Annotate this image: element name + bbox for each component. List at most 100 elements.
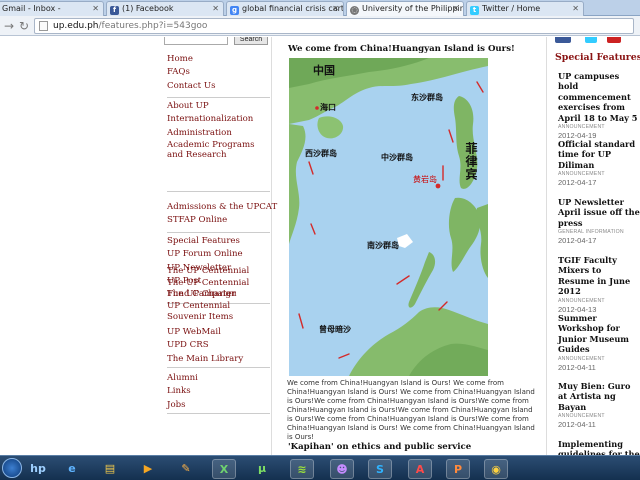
nav-link-contact-us[interactable]: Contact Us [167, 80, 270, 93]
spotify-icon[interactable]: ≋ [290, 459, 314, 479]
map-label-china: 中国 [313, 64, 335, 77]
internet-explorer-icon[interactable]: e [60, 459, 84, 479]
feature-category: ANNOUNCEMENT [558, 124, 605, 131]
nav-link-home[interactable]: Home [167, 53, 270, 66]
nav-group-admissions: Admissions & the UPCAT STFAP Online [167, 201, 277, 233]
forward-arrow-icon[interactable]: → [2, 19, 16, 33]
nav-link-faqs[interactable]: FAQs [167, 66, 270, 79]
windows-taskbar: hp e ▤ ▶ ✎ X µ ≋ ☻ S A P ◉ [0, 455, 640, 480]
nav-link-about-up[interactable]: About UP [167, 100, 270, 113]
search-button[interactable]: Search [234, 37, 268, 45]
excel-icon[interactable]: X [212, 459, 236, 479]
nav-link-academic-programs[interactable]: Academic Programs and Research [167, 140, 270, 161]
tab-label: Gmail - Inbox - [2, 4, 61, 13]
feature-category: GENERAL INFORMATION [558, 229, 624, 236]
nav-link-up-centennial[interactable]: The UP Centennial [167, 265, 270, 278]
url-path: /features.php?i=543goo [98, 21, 208, 31]
nav-link-up-webmail[interactable]: UP WebMail [167, 326, 270, 339]
nav-group-other: Alumni Links Jobs [167, 372, 270, 414]
feature-item[interactable]: TGIF Faculty Mixers to Resume in June 20… [558, 255, 640, 314]
media-player-icon[interactable]: ▶ [136, 459, 160, 479]
nav-link-main-library[interactable]: The Main Library [167, 353, 270, 366]
close-tab-icon[interactable]: ✕ [452, 2, 459, 15]
close-tab-icon[interactable]: ✕ [92, 2, 99, 15]
nav-group-about: About UP Internationalization Administra… [167, 100, 270, 192]
feature-item[interactable]: UP Newsletter April issue off the press … [558, 197, 640, 245]
tab-google-search[interactable]: g global financial crisis carto ✕ [226, 1, 344, 16]
globe-icon: ◌ [350, 6, 359, 15]
utorrent-icon[interactable]: µ [250, 459, 274, 479]
feature-item[interactable]: UP campuses hold commencement exercises … [558, 71, 640, 140]
map-label-philippines: 菲律宾 [464, 142, 478, 181]
map-label-zengmu: 曾母暗沙 [319, 325, 351, 334]
feature-item[interactable]: Summer Workshop for Junior Museum Guides… [558, 313, 640, 372]
web-page: Search Home FAQs Contact Us About UP Int… [0, 37, 640, 455]
paint-icon[interactable]: ✎ [174, 459, 198, 479]
feature-item[interactable]: Muy Bien: Guro at Artista ng Bayan ANNOU… [558, 381, 640, 429]
nav-link-stfap-online[interactable]: STFAP Online [167, 214, 270, 227]
powerpoint-icon[interactable]: P [446, 459, 470, 479]
youtube-icon[interactable] [607, 37, 621, 43]
facebook-share-icon[interactable] [555, 37, 571, 43]
search-input[interactable] [164, 37, 228, 45]
close-tab-icon[interactable]: ✕ [212, 2, 219, 15]
feature-title[interactable]: TGIF Faculty Mixers to Resume in June 20… [558, 255, 640, 297]
feature-title[interactable]: Official standard time for UP Diliman [558, 139, 640, 170]
chrome-icon[interactable]: ◉ [484, 459, 508, 479]
close-tab-icon[interactable]: ✕ [572, 2, 579, 15]
nav-link-centennial-souvenirs[interactable]: UP Centennial Souvenir Items [167, 301, 270, 322]
windows-explorer-icon[interactable]: ▤ [98, 459, 122, 479]
tab-twitter[interactable]: t Twitter / Home ✕ [466, 1, 584, 16]
tab-up-website[interactable]: ◌ University of the Philippine ✕ [346, 1, 464, 16]
nav-link-upd-crs[interactable]: UPD CRS [167, 339, 270, 352]
google-icon: g [230, 6, 239, 15]
map-label-haikou: 海口 [320, 103, 336, 112]
tab-facebook[interactable]: f (1) Facebook ✕ [106, 1, 224, 16]
feature-item[interactable]: Official standard time for UP Diliman AN… [558, 139, 640, 187]
left-navigation: Search Home FAQs Contact Us About UP Int… [160, 37, 277, 455]
nav-link-admissions[interactable]: Admissions & the UPCAT [167, 201, 277, 214]
nav-link-centennial-fund[interactable]: The UP Centennial Fund Campaign [167, 278, 270, 299]
acrobat-icon[interactable]: A [408, 459, 432, 479]
map-label-huangyan: 黄岩岛 [413, 175, 437, 184]
feature-item[interactable]: Implementing guidelines for the [558, 439, 640, 455]
page-icon [39, 21, 48, 31]
browser-tab-strip: Gmail - Inbox - ✕ f (1) Facebook ✕ g globa… [0, 0, 640, 16]
nav-link-internationalization[interactable]: Internationalization [167, 113, 270, 126]
feature-date: 2012-04-17 [558, 236, 597, 246]
reload-icon[interactable]: ↻ [17, 19, 31, 33]
map-label-nansha: 南沙群岛 [367, 241, 399, 250]
address-bar[interactable]: up.edu.ph/features.php?i=543goo [34, 18, 634, 34]
yahoo-messenger-icon[interactable]: ☻ [330, 459, 354, 479]
feature-title[interactable]: Summer Workshop for Junior Museum Guides [558, 313, 640, 355]
nav-link-links[interactable]: Links [167, 385, 270, 398]
nav-link-alumni[interactable]: Alumni [167, 372, 270, 385]
nav-group-general: Home FAQs Contact Us [167, 53, 270, 98]
nav-link-jobs[interactable]: Jobs [167, 399, 270, 412]
special-features-heading: Special Features [555, 52, 640, 63]
feature-title[interactable]: Muy Bien: Guro at Artista ng Bayan [558, 381, 640, 412]
feature-title[interactable]: UP Newsletter April issue off the press [558, 197, 640, 228]
tab-label: Twitter / Home [482, 4, 541, 13]
map-label-xisha: 西沙群岛 [305, 149, 337, 158]
tab-gmail[interactable]: Gmail - Inbox - ✕ [0, 1, 104, 16]
facebook-icon: f [110, 6, 119, 15]
nav-link-special-features[interactable]: Special Features [167, 235, 270, 248]
tab-label: (1) Facebook [122, 4, 174, 13]
twitter-share-icon[interactable] [585, 37, 597, 43]
feature-title[interactable]: Implementing guidelines for the [558, 439, 640, 455]
nav-group-services: UP WebMail UPD CRS The Main Library [167, 326, 270, 368]
hp-icon[interactable]: hp [26, 459, 50, 479]
close-tab-icon[interactable]: ✕ [332, 2, 339, 15]
nav-link-administration[interactable]: Administration [167, 127, 270, 140]
feature-category: ANNOUNCEMENT [558, 355, 605, 362]
skype-icon[interactable]: S [368, 459, 392, 479]
nav-group-centennial: The UP Centennial The UP Centennial Fund… [167, 265, 270, 327]
map-label-dongsha: 东沙群岛 [411, 93, 443, 102]
nav-link-up-forum-online[interactable]: UP Forum Online [167, 248, 270, 261]
feature-category: ANNOUNCEMENT [558, 171, 605, 178]
start-button[interactable] [2, 458, 22, 478]
feature-title[interactable]: UP campuses hold commencement exercises … [558, 71, 640, 123]
url-host: up.edu.ph [53, 21, 99, 31]
next-article-title[interactable]: 'Kapihan' on ethics and public service [288, 442, 471, 452]
